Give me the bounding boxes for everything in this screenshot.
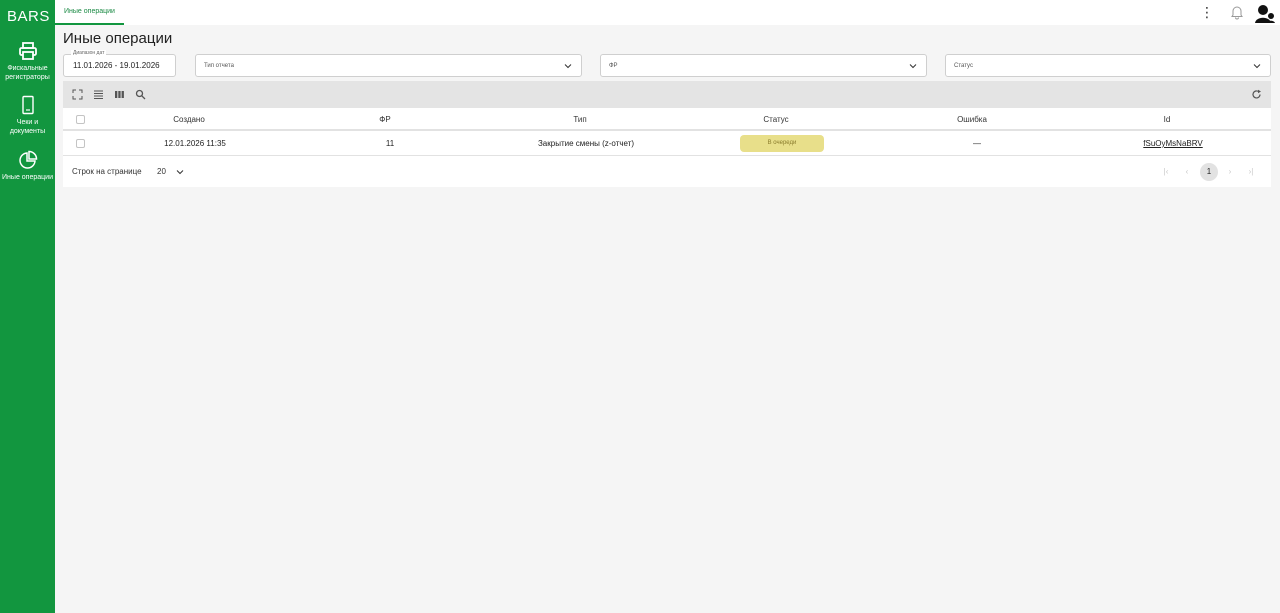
chevron-down-icon	[564, 64, 572, 69]
sidebar-item-label: Чеки и документы	[9, 119, 46, 135]
fullscreen-icon[interactable]	[72, 89, 83, 100]
refresh-icon[interactable]	[1251, 89, 1262, 100]
more-menu-icon[interactable]: ⋮	[1200, 4, 1214, 20]
sidebar-item-label: Иные операции	[2, 174, 53, 181]
column-header-id[interactable]: Id	[1164, 115, 1171, 124]
sidebar-item-receipts-documents[interactable]: Чеки и документы	[0, 95, 55, 136]
date-range-value: 11.01.2026 - 19.01.2026	[73, 61, 160, 70]
fr-select[interactable]: ФР	[600, 54, 927, 77]
tab-other-operations[interactable]: Иные операции	[55, 0, 124, 25]
columns-icon[interactable]	[114, 89, 125, 100]
page-number-current[interactable]: 1	[1200, 163, 1218, 181]
sidebar-item-other-operations[interactable]: Иные операции	[0, 150, 55, 182]
chevron-down-icon[interactable]	[176, 168, 184, 176]
search-icon[interactable]	[135, 89, 146, 100]
chevron-down-icon	[909, 64, 917, 69]
sidebar-item-label: Фискальные регистраторы	[5, 65, 50, 81]
sidebar-item-fiscal-registrators[interactable]: Фискальные регистраторы	[0, 41, 55, 82]
select-all-checkbox[interactable]	[76, 115, 85, 124]
row-checkbox[interactable]	[76, 139, 85, 148]
prev-page-icon[interactable]: ‹	[1178, 164, 1196, 180]
next-page-icon[interactable]: ›	[1221, 164, 1239, 180]
first-page-icon[interactable]: |‹	[1157, 164, 1175, 180]
rows-per-page-select[interactable]: 20	[157, 167, 166, 176]
receipt-icon	[18, 95, 38, 115]
date-range-field[interactable]: Диапазон дат 11.01.2026 - 19.01.2026	[63, 50, 176, 77]
status-placeholder: Статус	[954, 63, 973, 69]
cell-error: —	[973, 139, 981, 148]
fr-placeholder: ФР	[609, 63, 618, 69]
cell-type: Закрытие смены (z-отчет)	[537, 139, 635, 148]
user-avatar[interactable]	[1254, 2, 1276, 24]
column-header-status[interactable]: Статус	[763, 115, 788, 124]
table-toolbar	[63, 81, 1271, 108]
column-header-error[interactable]: Ошибка	[957, 115, 987, 124]
report-type-select[interactable]: Тип отчета	[195, 54, 582, 77]
column-header-fr[interactable]: ФР	[379, 115, 390, 124]
status-select[interactable]: Статус	[945, 54, 1271, 77]
column-header-created[interactable]: Создано	[173, 115, 205, 124]
status-badge: В очереди	[740, 135, 824, 152]
cell-fr: 11	[385, 139, 395, 148]
table-header: Создано ФР Тип Статус Ошибка Id	[63, 108, 1271, 131]
bell-icon[interactable]	[1229, 4, 1245, 20]
app-logo: BARS	[7, 8, 50, 25]
density-icon[interactable]	[93, 89, 104, 100]
printer-icon	[18, 41, 38, 61]
pie-chart-icon	[18, 150, 38, 170]
chevron-down-icon	[1253, 64, 1261, 69]
table-footer: Строк на странице 20 |‹ ‹ 1 › ›|	[63, 157, 1271, 187]
top-bar: Иные операции ⋮	[55, 0, 1280, 25]
column-header-type[interactable]: Тип	[573, 115, 586, 124]
last-page-icon[interactable]: ›|	[1242, 164, 1260, 180]
cell-id-link[interactable]: fSuOyMsNaBRV	[1143, 139, 1202, 148]
date-range-label: Диапазон дат	[71, 50, 107, 56]
table-card: Создано ФР Тип Статус Ошибка Id 12.01.20…	[63, 81, 1271, 187]
sidebar: BARS Фискальные регистраторы Чеки и доку…	[0, 0, 55, 613]
page-title: Иные операции	[63, 30, 173, 47]
table-row[interactable]: 12.01.2026 11:35 11 Закрытие смены (z-от…	[63, 131, 1271, 156]
report-type-placeholder: Тип отчета	[204, 63, 234, 69]
rows-per-page-label: Строк на странице	[72, 167, 142, 176]
cell-created: 12.01.2026 11:35	[164, 139, 226, 148]
